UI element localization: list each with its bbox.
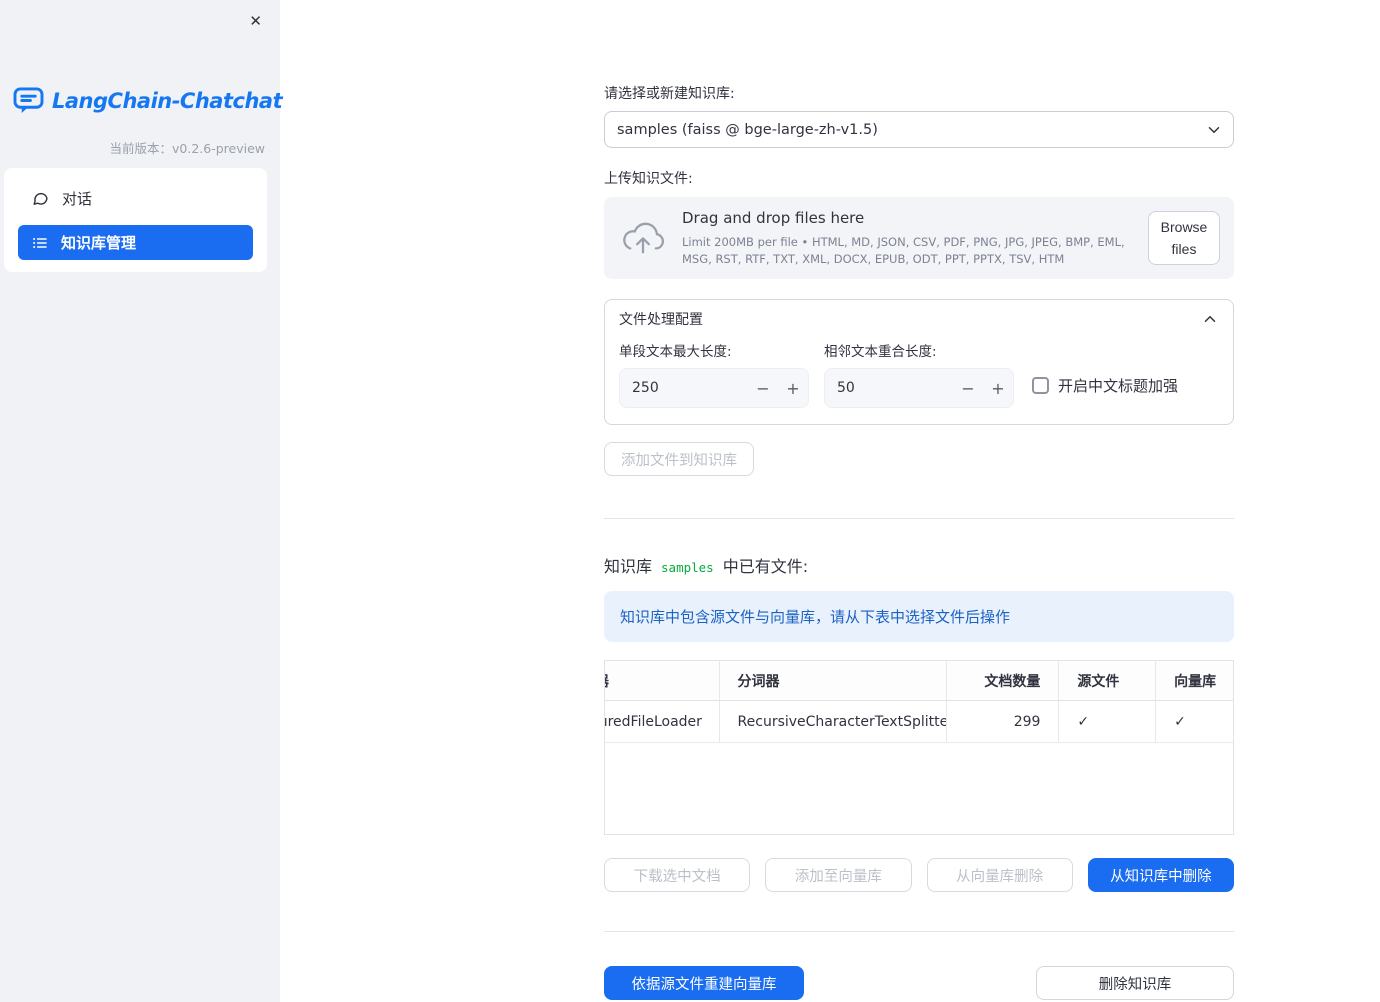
add-to-vector-store-button[interactable]: 添加至向量库 xyxy=(765,858,912,892)
expander-body: 单段文本最大长度: 250 − + 相邻文本重合长度: 50 − + 开启中文标… xyxy=(605,338,1233,424)
file-actions-row: 下载选中文档 添加至向量库 从向量库删除 从知识库中删除 xyxy=(604,858,1234,892)
file-config-expander: 文件处理配置 单段文本最大长度: 250 − + 相邻文本重合长度: 50 − … xyxy=(604,299,1234,425)
chunk-size-input[interactable]: 250 − + xyxy=(619,368,809,408)
cell-splitter: RecursiveCharacterTextSplitter xyxy=(720,701,947,742)
chunk-size-label: 单段文本最大长度: xyxy=(619,344,732,360)
table-row[interactable]: UnstructuredFileLoader RecursiveCharacte… xyxy=(605,701,1233,743)
sidebar-menu: 对话 知识库管理 xyxy=(4,168,267,272)
rebuild-vector-store-button[interactable]: 依据源文件重建向量库 xyxy=(604,966,804,1000)
chunk-size-group: 单段文本最大长度: 250 − + xyxy=(619,340,809,408)
check-icon: ✓ xyxy=(1077,713,1090,730)
info-banner: 知识库中包含源文件与向量库，请从下表中选择文件后操作 xyxy=(604,591,1234,642)
kb-select[interactable]: samples (faiss @ bge-large-zh-v1.5) xyxy=(604,111,1234,148)
overlap-group: 相邻文本重合长度: 50 − + xyxy=(824,340,1014,408)
chunk-size-value: 250 xyxy=(632,380,659,396)
version-value: v0.2.6-preview xyxy=(172,141,265,156)
kb-select-value: samples (faiss @ bge-large-zh-v1.5) xyxy=(617,121,878,138)
column-header-doc-count: 文档数量 xyxy=(947,661,1060,700)
upload-label: 上传知识文件: xyxy=(604,171,693,187)
checkbox-unchecked[interactable] xyxy=(1032,376,1049,394)
file-dropzone[interactable]: Drag and drop files here Limit 200MB per… xyxy=(604,197,1234,279)
overlap-input[interactable]: 50 − + xyxy=(824,368,1014,408)
column-header-vector-store: 向量库 xyxy=(1174,673,1217,690)
logo-text: LangChain-Chatchat xyxy=(52,88,283,113)
minus-stepper[interactable]: − xyxy=(953,379,983,398)
expander-header[interactable]: 文件处理配置 xyxy=(605,300,1233,338)
sidebar-item-chat[interactable]: 对话 xyxy=(18,180,253,217)
delete-from-kb-button[interactable]: 从知识库中删除 xyxy=(1087,858,1234,892)
delete-from-vector-store-button[interactable]: 从向量库删除 xyxy=(926,858,1073,892)
existing-files-line: 知识库 samples 中已有文件: xyxy=(604,553,1234,577)
zh-title-checkbox-group[interactable]: 开启中文标题加强 xyxy=(1032,365,1178,405)
list-icon xyxy=(33,237,47,248)
sidebar-item-knowledge-base[interactable]: 知识库管理 xyxy=(18,225,253,260)
check-icon: ✓ xyxy=(1174,713,1186,730)
sidebar-item-label: 知识库管理 xyxy=(61,234,137,252)
column-header-source-file: 源文件 xyxy=(1059,661,1157,700)
kb-management-row: 依据源文件重建向量库 删除知识库 xyxy=(604,966,1234,1000)
logo-chat-icon xyxy=(13,87,44,114)
dropzone-title: Drag and drop files here xyxy=(682,209,865,228)
version-label: 当前版本： xyxy=(109,141,172,156)
existing-suffix: 中已有文件: xyxy=(722,557,809,576)
kb-name-code: samples xyxy=(661,560,714,575)
kb-select-label: 请选择或新建知识库: xyxy=(604,86,735,102)
chevron-down-icon xyxy=(1208,126,1220,133)
overlap-label: 相邻文本重合长度: xyxy=(824,344,937,360)
existing-prefix: 知识库 xyxy=(604,557,653,576)
cloud-upload-icon xyxy=(623,222,664,254)
expander-title: 文件处理配置 xyxy=(619,312,703,328)
chevron-up-icon xyxy=(1204,316,1216,322)
column-header-loader: 文档加载器 xyxy=(605,661,720,700)
divider xyxy=(604,931,1234,932)
dropzone-limits: Limit 200MB per file • HTML, MD, JSON, C… xyxy=(682,235,1125,266)
zh-title-checkbox-label: 开启中文标题加强 xyxy=(1058,376,1179,395)
sidebar: ✕ LangChain-Chatchat 当前版本：v0.2.6-preview… xyxy=(0,0,283,1002)
dropzone-text: Drag and drop files here Limit 200MB per… xyxy=(682,209,1132,266)
divider xyxy=(604,518,1234,519)
cell-doc-count: 299 xyxy=(947,701,1060,742)
cell-loader: UnstructuredFileLoader xyxy=(605,701,720,742)
chat-bubble-icon xyxy=(33,192,48,205)
cell-source-check: ✓ xyxy=(1059,701,1157,742)
add-files-to-kb-button[interactable]: 添加文件到知识库 xyxy=(604,442,754,476)
download-selected-button[interactable]: 下载选中文档 xyxy=(604,858,751,892)
column-header-splitter: 分词器 xyxy=(720,661,947,700)
table-header-row: 文档加载器 分词器 文档数量 源文件 向量库 xyxy=(605,661,1233,701)
app-logo: LangChain-Chatchat xyxy=(13,87,283,114)
sidebar-close-icon[interactable]: ✕ xyxy=(245,8,266,34)
plus-stepper[interactable]: + xyxy=(983,379,1013,398)
plus-stepper[interactable]: + xyxy=(778,379,808,398)
version-text: 当前版本：v0.2.6-preview xyxy=(109,138,265,157)
delete-kb-button[interactable]: 删除知识库 xyxy=(1036,966,1234,1000)
cell-vector-check: ✓ xyxy=(1156,701,1233,742)
main-content: 请选择或新建知识库: samples (faiss @ bge-large-zh… xyxy=(604,0,1234,1000)
browse-files-button[interactable]: Browse files xyxy=(1148,210,1220,266)
minus-stepper[interactable]: − xyxy=(748,379,778,398)
overlap-value: 50 xyxy=(837,380,855,396)
sidebar-item-label: 对话 xyxy=(62,190,93,208)
files-table: 文档加载器 分词器 文档数量 源文件 向量库 UnstructuredFileL… xyxy=(604,660,1234,835)
